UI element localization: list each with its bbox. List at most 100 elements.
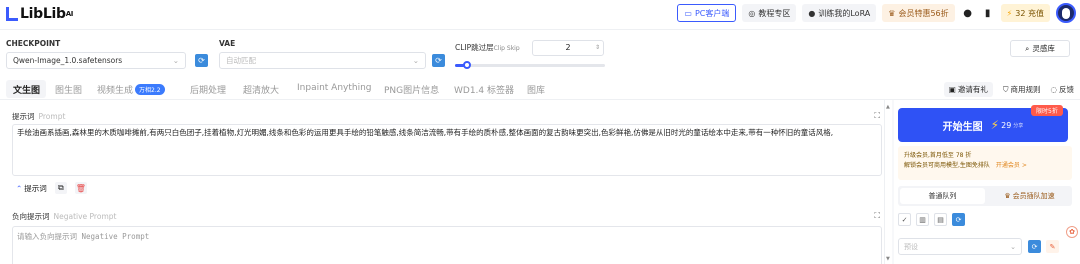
- stepper-icon[interactable]: ⇕: [595, 41, 600, 55]
- checkpoint-label: CHECKPOINT: [6, 39, 61, 48]
- refresh-preset-button[interactable]: ⟳: [1028, 240, 1041, 253]
- clip-skip-label-cn: CLIP跳过层: [455, 43, 494, 52]
- prompt-title-en: Prompt: [38, 112, 66, 121]
- crown-icon: ♛: [888, 8, 896, 18]
- negative-title-cn: 负向提示词: [12, 212, 50, 221]
- bolt-icon: ⚡: [1006, 8, 1013, 18]
- train-lora-label: 训练我的LoRA: [818, 8, 871, 18]
- negative-prompt-title: 负向提示词 Negative Prompt: [12, 211, 116, 222]
- negative-title-en: Negative Prompt: [53, 212, 117, 221]
- avatar[interactable]: [1056, 3, 1076, 23]
- checkpoint-value: Qwen-Image_1.0.safetensors: [13, 56, 123, 65]
- scroll-down-icon[interactable]: ▼: [886, 256, 890, 262]
- vip-label: 会员特惠56折: [898, 8, 949, 18]
- train-lora-button[interactable]: ● 训练我的LoRA: [802, 4, 877, 22]
- tab-image-to-image[interactable]: 图生图: [55, 83, 82, 96]
- inspiration-button[interactable]: ⌕ 灵感库: [1010, 40, 1070, 57]
- tab-upscale[interactable]: 超清放大: [243, 83, 279, 96]
- tab-text-to-image[interactable]: 文生图: [13, 83, 40, 96]
- tutorial-button[interactable]: ◎ 教程专区: [742, 4, 797, 22]
- chevron-up-circle-icon: ⌃: [16, 183, 23, 193]
- settings-row: CHECKPOINT Qwen-Image_1.0.safetensors ⌄ …: [0, 30, 1080, 78]
- gift-icon: ▣: [948, 85, 956, 94]
- crown-icon: ♛: [1004, 192, 1011, 200]
- tab-postprocess[interactable]: 后期处理: [190, 83, 226, 96]
- document-icon[interactable]: ▤: [934, 213, 947, 226]
- invite-button[interactable]: ▣ 邀请有礼: [943, 82, 993, 97]
- doc-icon[interactable]: ▮: [981, 6, 995, 20]
- invite-label: 邀请有礼: [957, 85, 988, 94]
- scrollbar[interactable]: ▲ ▼: [884, 100, 892, 264]
- tab-bar: 文生图 图生图 视频生成 万相2.2 后期处理 超清放大 Inpaint Anyt…: [0, 78, 1080, 100]
- queue-vip[interactable]: ♛ 会员插队加速: [987, 186, 1072, 206]
- tab-wd-tagger[interactable]: WD1.4 标签器: [454, 83, 514, 96]
- chevron-down-icon: ⌄: [412, 56, 419, 65]
- generate-cost: ⚡ 29 分享: [991, 118, 1024, 132]
- queue-toggle: 普通队列 ♛ 会员插队加速: [898, 186, 1072, 206]
- vae-select[interactable]: 自动匹配 ⌄: [219, 52, 426, 69]
- clip-skip-input[interactable]: 2 ⇕: [532, 40, 604, 56]
- generate-label: 开始生图: [942, 121, 983, 133]
- limited-offer-badge: 限时5折: [1031, 105, 1063, 116]
- queue-normal[interactable]: 普通队列: [900, 188, 985, 204]
- tab-png-info[interactable]: PNG图片信息: [384, 83, 439, 96]
- vip-promo: 升级会员,首月低至 78 折 解锁会员可商用模型,生图免排队 开通会员 >: [898, 146, 1072, 180]
- scroll-up-icon[interactable]: ▲: [886, 104, 890, 110]
- prompt-title: 提示词 Prompt: [12, 111, 65, 122]
- tab-video[interactable]: 视频生成 万相2.2: [97, 83, 165, 96]
- tab-gallery[interactable]: 图库: [527, 83, 545, 96]
- rules-label: 商用规则: [1010, 85, 1041, 94]
- monitor-icon: ▭: [684, 8, 692, 18]
- top-actions: ▭ PC客户端 ◎ 教程专区 ● 训练我的LoRA ♛ 会员特惠56折 ● ▮ …: [677, 3, 1076, 23]
- search-icon: ⌕: [1025, 43, 1030, 53]
- checkpoint-select[interactable]: Qwen-Image_1.0.safetensors ⌄: [6, 52, 186, 69]
- prompt-toggle[interactable]: ⌃ 提示词: [16, 183, 47, 194]
- clip-skip-label-en: Clip Skip: [493, 45, 520, 52]
- negative-prompt-textarea[interactable]: 请输入负向提示词 Negative Prompt: [12, 226, 882, 264]
- promo-line-2-text: 解锁会员可商用模型,生图免排队: [904, 162, 990, 169]
- trash-icon[interactable]: ▥: [916, 213, 929, 226]
- float-assistant-icon[interactable]: ✿: [1066, 226, 1078, 238]
- slider-knob[interactable]: [463, 61, 471, 69]
- preset-select[interactable]: 预设 ⌄: [898, 238, 1022, 255]
- refresh-vae-button[interactable]: ⟳: [432, 54, 445, 67]
- feedback-link[interactable]: ◌ 反馈: [1050, 84, 1074, 95]
- logo-mark-icon: [6, 7, 18, 21]
- open-vip-link[interactable]: 开通会员 >: [996, 162, 1027, 169]
- tab-right-links: ▣ 邀请有礼 ⛉ 商用规则 ◌ 反馈: [943, 82, 1074, 97]
- credits-label: 32 充值: [1015, 8, 1044, 18]
- prompt-textarea[interactable]: 手绘油画系插画,森林里的木质咖啡摊前,有两只白色团子,挂着植物,灯光明媚,线条和…: [12, 124, 882, 176]
- rules-link[interactable]: ⛉ 商用规则: [1003, 84, 1041, 95]
- tab-video-label: 视频生成: [97, 86, 134, 96]
- chevron-down-icon: ⌄: [172, 56, 179, 65]
- logo-text: LibLib: [20, 6, 66, 22]
- trash-icon[interactable]: 🗑: [74, 182, 87, 194]
- notification-icon[interactable]: ●: [961, 6, 975, 20]
- liblib-logo[interactable]: LibLib AI: [6, 6, 73, 22]
- expand-icon[interactable]: ⛶: [874, 111, 880, 121]
- logo-suffix: AI: [65, 10, 74, 18]
- clip-skip-slider[interactable]: [455, 61, 605, 69]
- refresh-icon[interactable]: ⟳: [952, 213, 965, 226]
- vip-button[interactable]: ♛ 会员特惠56折: [882, 4, 955, 22]
- generate-cost-unit: 分享: [1013, 122, 1024, 129]
- copy-icon[interactable]: ⧉: [54, 182, 67, 194]
- refresh-checkpoint-button[interactable]: ⟳: [195, 54, 208, 67]
- shield-icon: ●: [808, 8, 816, 18]
- video-badge: 万相2.2: [135, 84, 165, 95]
- pc-client-button[interactable]: ▭ PC客户端: [677, 4, 737, 22]
- edit-preset-button[interactable]: ✎: [1046, 240, 1059, 253]
- tab-inpaint[interactable]: Inpaint Anything: [297, 83, 372, 93]
- generate-panel: 开始生图 ⚡ 29 分享 限时5折 升级会员,首月低至 78 折 解锁会员可商用…: [894, 100, 1080, 264]
- credits-button[interactable]: ⚡ 32 充值: [1000, 4, 1050, 22]
- preset-placeholder: 预设: [904, 242, 918, 251]
- tutorial-label: 教程专区: [758, 8, 791, 18]
- clip-skip-label: CLIP跳过层Clip Skip: [455, 42, 520, 53]
- chat-icon: ◌: [1050, 85, 1057, 94]
- compass-icon: ◎: [748, 8, 756, 18]
- top-bar: LibLib AI ▭ PC客户端 ◎ 教程专区 ● 训练我的LoRA ♛ 会员…: [0, 0, 1080, 30]
- prompt-tools: ⌃ 提示词 ⧉ 🗑: [16, 182, 87, 194]
- expand-icon[interactable]: ⛶: [874, 211, 880, 221]
- check-icon[interactable]: ✓: [898, 213, 911, 226]
- promo-line-2: 解锁会员可商用模型,生图免排队 开通会员 >: [904, 161, 1066, 171]
